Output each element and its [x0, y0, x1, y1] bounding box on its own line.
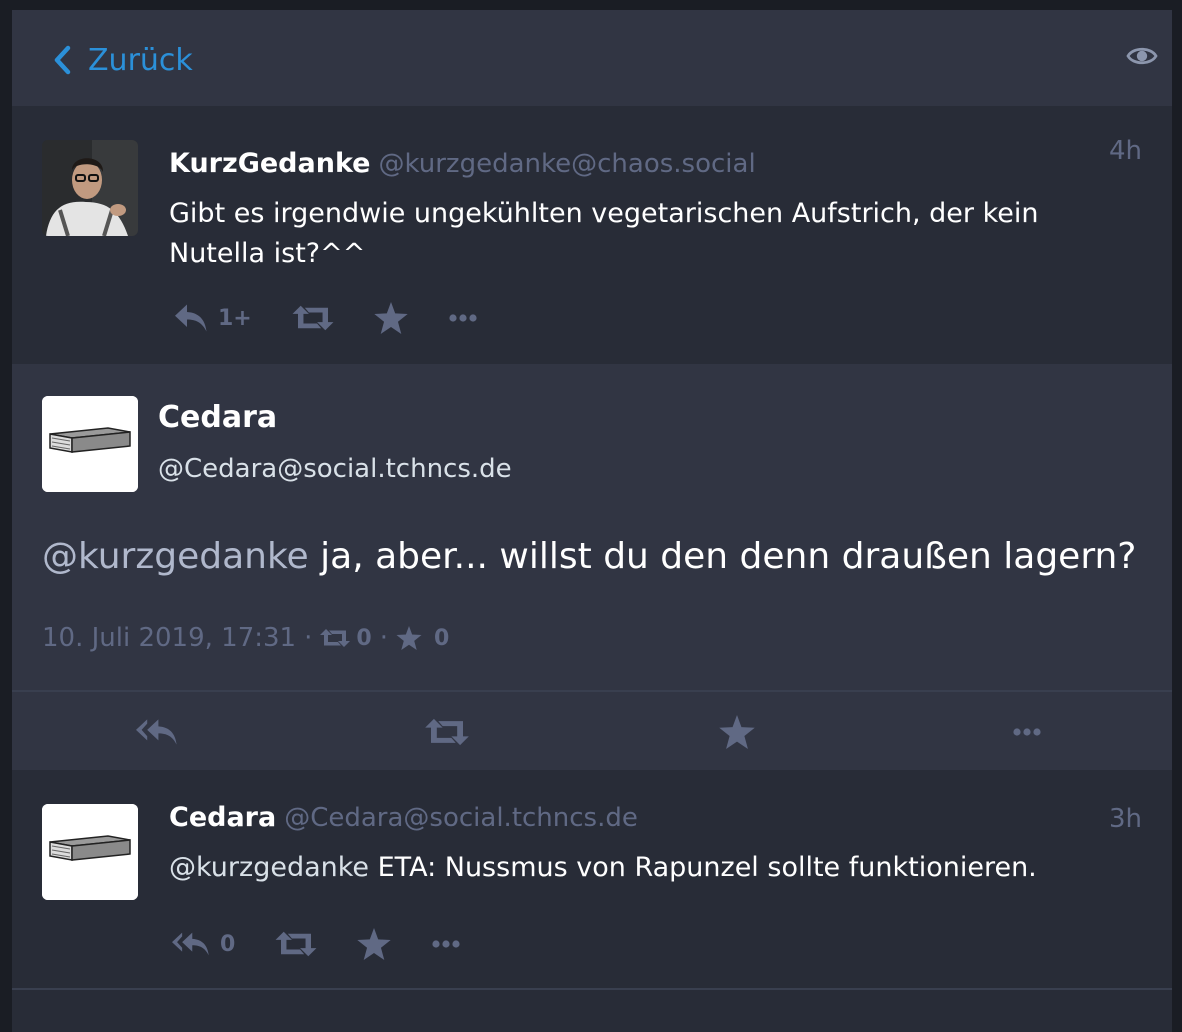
status-cedara-reply[interactable]: Cedara @Cedara@social.tchncs.de 3h @kurz… — [12, 770, 1172, 990]
status-text: ja, aber... willst du den denn draußen l… — [308, 536, 1137, 577]
status-kurzgedanke[interactable]: KurzGedanke @kurzgedanke@chaos.social 4h… — [12, 106, 1172, 366]
display-name[interactable]: Cedara — [158, 400, 277, 435]
reply-all-button[interactable]: 0 — [172, 929, 235, 959]
status-content: @kurzgedanke ja, aber... willst du den d… — [42, 534, 1142, 580]
reply-icon — [172, 301, 208, 335]
favourite-count[interactable]: 0 — [434, 626, 449, 651]
book-avatar-icon — [42, 804, 138, 900]
back-button[interactable]: Zurück — [52, 38, 193, 82]
status-content: @kurzgedanke ETA: Nussmus von Rapunzel s… — [169, 848, 1142, 888]
boost-button[interactable] — [302, 692, 592, 772]
timestamp[interactable]: 4h — [1109, 136, 1142, 166]
reply-all-icon — [136, 716, 178, 748]
display-name[interactable]: Cedara — [169, 802, 276, 833]
more-dots-icon — [1012, 727, 1042, 737]
avatar[interactable] — [42, 804, 138, 900]
reply-all-button[interactable] — [12, 692, 302, 772]
account-handle[interactable]: @kurzgedanke@chaos.social — [379, 149, 756, 179]
favourite-button[interactable] — [592, 692, 882, 772]
star-icon — [719, 715, 755, 749]
more-dots-icon — [431, 939, 461, 949]
star-icon — [396, 626, 422, 650]
favourite-button[interactable] — [357, 928, 391, 960]
star-icon — [357, 928, 391, 960]
mention-link[interactable]: @kurzgedanke — [42, 536, 309, 577]
reply-count: 1+ — [218, 305, 252, 331]
avatar[interactable] — [42, 140, 138, 236]
more-button[interactable] — [431, 939, 461, 949]
action-bar: 1+ — [172, 298, 518, 338]
boost-icon — [292, 303, 334, 333]
more-button[interactable] — [882, 692, 1172, 772]
reply-all-icon — [172, 929, 210, 959]
thread-column: Zurück KurzGedanke @kurzgedanke@chaos.so… — [12, 10, 1172, 1032]
column-header: Zurück — [12, 10, 1172, 106]
separator: · — [379, 623, 388, 653]
book-avatar-icon — [42, 396, 138, 492]
boost-button[interactable] — [292, 303, 334, 333]
status-text: ETA: Nussmus von Rapunzel sollte funktio… — [369, 852, 1037, 883]
status-meta: 10. Juli 2019, 17:31 · 0 · 0 — [42, 618, 449, 658]
more-dots-icon — [448, 313, 478, 323]
reply-button[interactable]: 1+ — [172, 301, 252, 335]
eye-icon[interactable] — [1126, 44, 1158, 72]
timestamp[interactable]: 3h — [1109, 804, 1142, 834]
display-name[interactable]: KurzGedanke — [169, 148, 371, 179]
boost-icon — [425, 716, 469, 748]
account-handle[interactable]: @Cedara@social.tchncs.de — [284, 803, 638, 833]
status-date[interactable]: 10. Juli 2019, 17:31 — [42, 623, 296, 653]
boost-count[interactable]: 0 — [356, 626, 371, 651]
separator: · — [304, 623, 313, 653]
mention-link[interactable]: @kurzgedanke — [169, 852, 369, 883]
action-bar: 0 — [172, 924, 501, 964]
boost-button[interactable] — [275, 929, 317, 959]
boost-icon — [320, 627, 350, 649]
detailed-action-bar — [12, 690, 1172, 772]
more-button[interactable] — [448, 313, 478, 323]
status-content: Gibt es irgendwie ungekühlten vegetarisc… — [169, 198, 1039, 269]
back-label: Zurück — [88, 42, 193, 78]
account-handle[interactable]: @Cedara@social.tchncs.de — [158, 454, 512, 484]
star-icon — [374, 302, 408, 334]
favourite-button[interactable] — [374, 302, 408, 334]
detailed-status: Cedara @Cedara@social.tchncs.de @kurzged… — [12, 364, 1172, 770]
reply-count: 0 — [220, 931, 236, 957]
avatar[interactable] — [42, 396, 138, 492]
chevron-left-icon — [54, 45, 71, 75]
boost-icon — [275, 929, 317, 959]
